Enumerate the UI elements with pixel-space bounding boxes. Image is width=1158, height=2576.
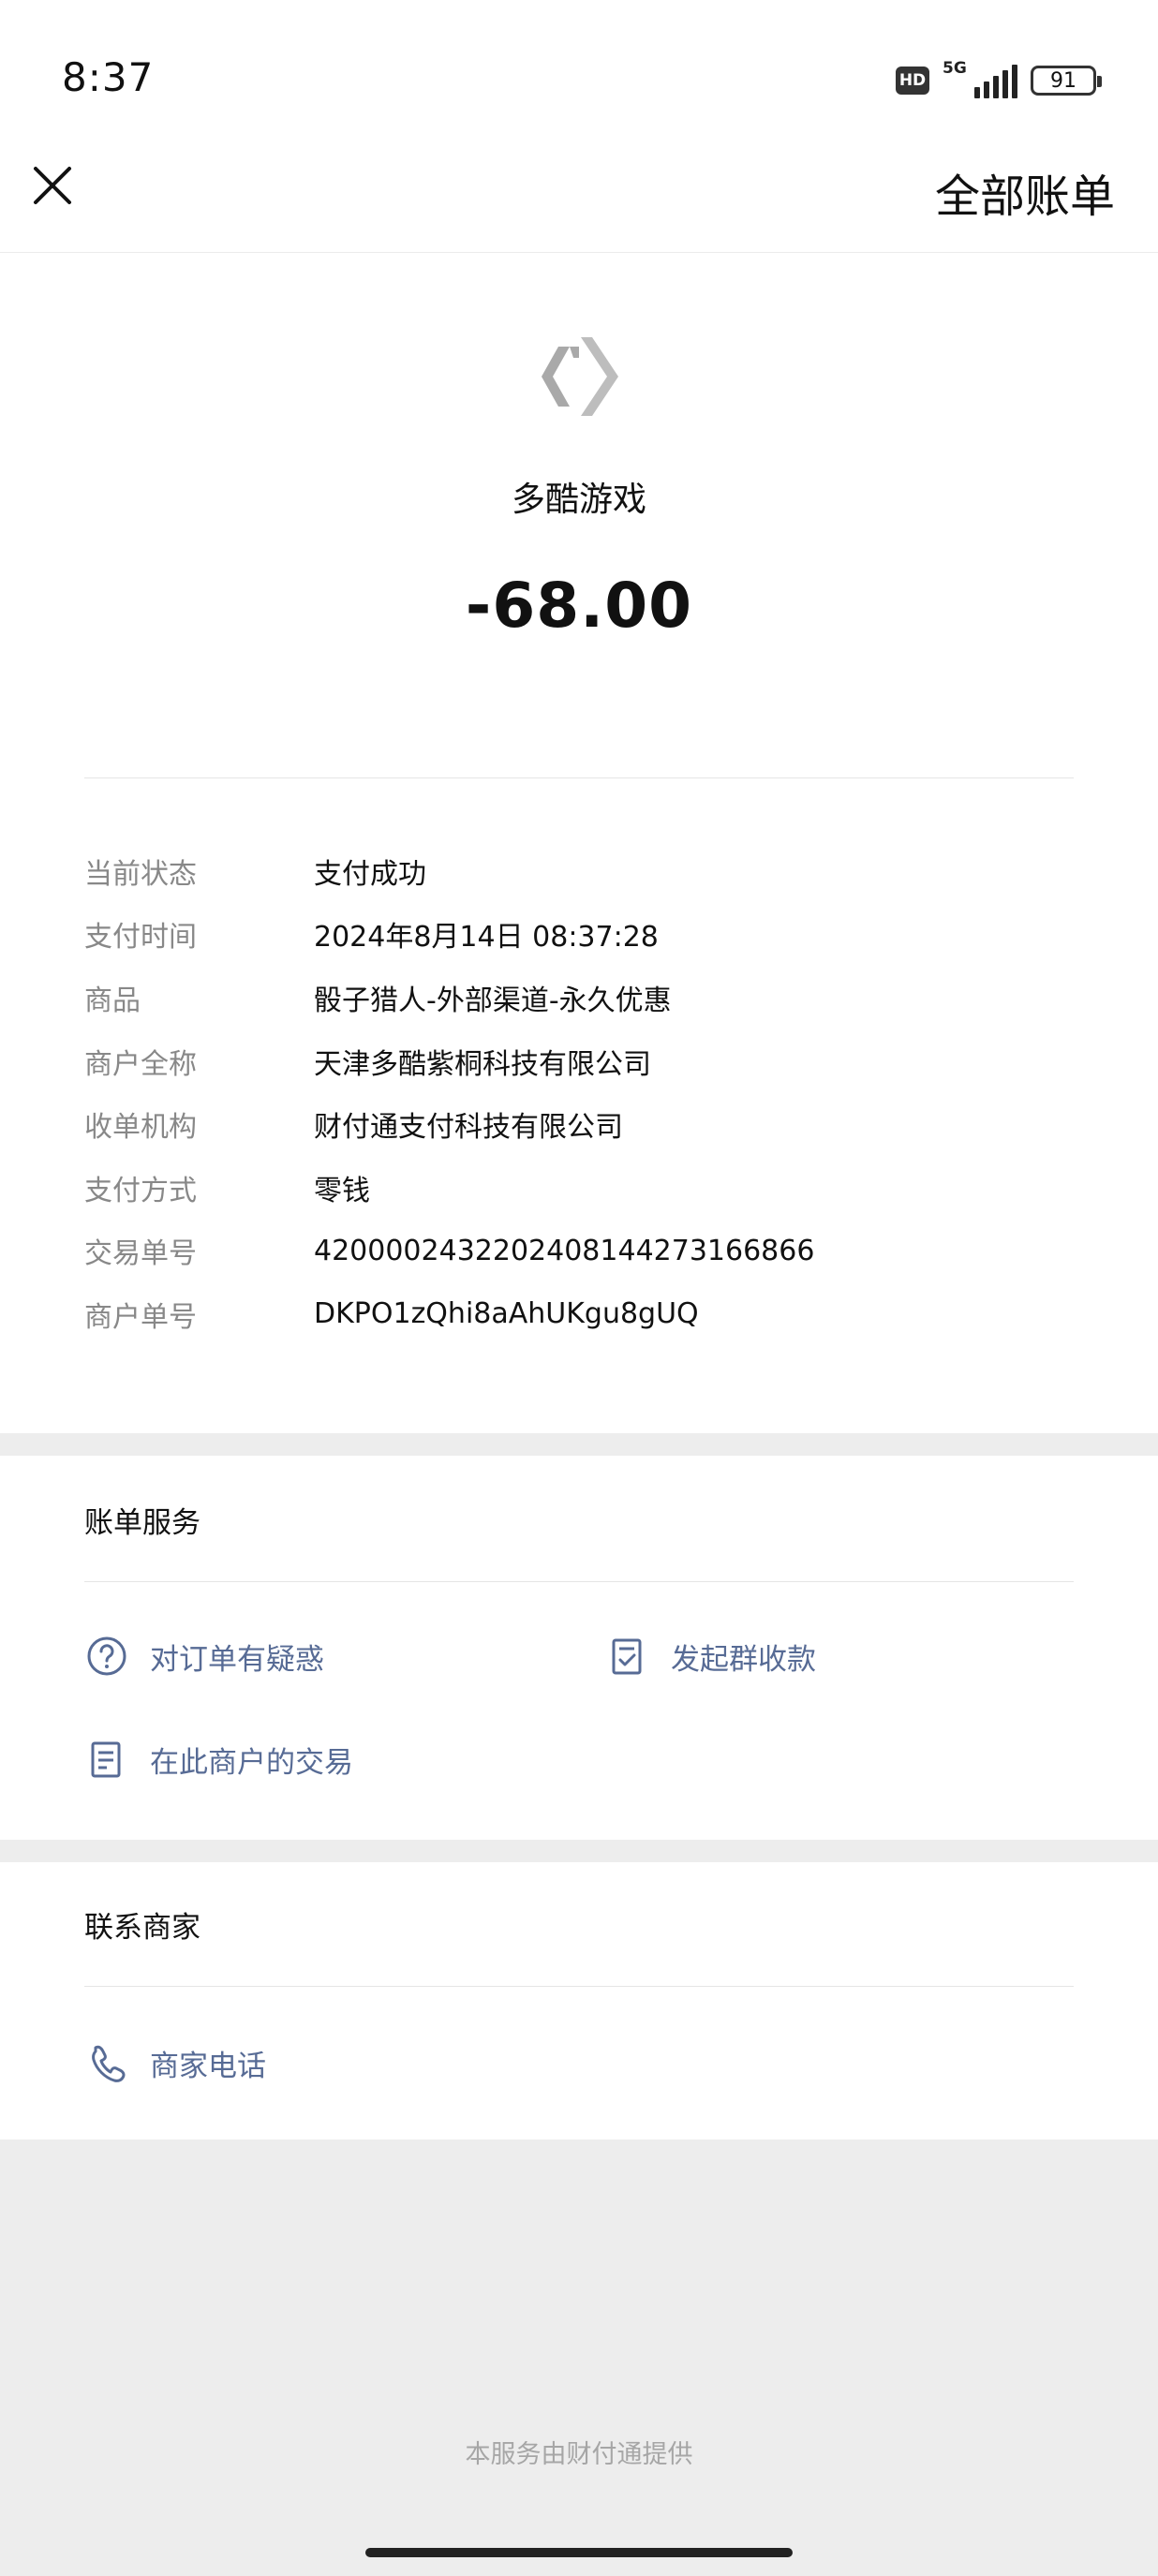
bill-service-title: 账单服务 [84, 1506, 200, 1540]
footer-text: 本服务由财付通提供 [465, 2440, 693, 2469]
signal-icon: 5G [943, 59, 1017, 98]
detail-row-product: 商品 骰子猎人-外部渠道-永久优惠 [84, 966, 1074, 1029]
detail-value: 支付成功 [314, 857, 426, 891]
detail-key: 收单机构 [84, 1111, 197, 1145]
detail-key: 商品 [84, 984, 141, 1017]
merchant-name: 多酷游戏 [511, 481, 646, 519]
group-collection-label: 发起群收款 [671, 1642, 816, 1677]
status-bar: 8:37 HD 5G 91 [0, 0, 1158, 159]
phone-icon [92, 2045, 126, 2082]
detail-key: 当前状态 [84, 857, 197, 891]
merchant-transactions-label: 在此商户的交易 [150, 1745, 353, 1780]
status-time: 8:37 [62, 54, 155, 100]
detail-row-merchant: 商户全称 天津多酷紫桐科技有限公司 [84, 1029, 1074, 1093]
question-icon [87, 1636, 126, 1676]
section-separator [0, 1840, 1158, 1862]
merchant-logo-icon [532, 330, 626, 423]
order-question-label: 对订单有疑惑 [150, 1642, 324, 1677]
network-type: 5G [943, 59, 967, 78]
battery-level: 91 [1050, 68, 1076, 93]
detail-row-time: 支付时间 2024年8月14日 08:37:28 [84, 903, 1074, 967]
hd-badge: HD [896, 67, 929, 95]
detail-value: 4200002432202408144273166866 [314, 1234, 815, 1267]
battery-icon: 91 [1031, 66, 1102, 96]
detail-row-payment-method: 支付方式 零钱 [84, 1156, 1074, 1220]
detail-row-acquirer: 收单机构 财付通支付科技有限公司 [84, 1092, 1074, 1156]
status-indicators: HD 5G 91 [896, 59, 1102, 99]
home-indicator[interactable] [365, 2548, 793, 2557]
merchant-phone-label: 商家电话 [150, 2049, 266, 2083]
divider [84, 777, 1074, 778]
detail-key: 支付时间 [84, 921, 197, 955]
group-collection-button[interactable]: 发起群收款 [605, 1634, 816, 1679]
document-icon [91, 1741, 121, 1778]
detail-row-transaction-id: 交易单号 4200002432202408144273166866 [84, 1220, 1074, 1283]
detail-value: 财付通支付科技有限公司 [314, 1111, 623, 1145]
detail-value: 骰子猎人-外部渠道-永久优惠 [314, 984, 672, 1017]
close-icon[interactable] [28, 161, 77, 210]
section-separator [0, 1433, 1158, 1456]
footer-area [0, 2139, 1158, 2576]
merchant-transactions-button[interactable]: 在此商户的交易 [84, 1737, 353, 1782]
divider [84, 1986, 1074, 1987]
order-question-button[interactable]: 对订单有疑惑 [84, 1634, 324, 1679]
detail-value: 2024年8月14日 08:37:28 [314, 921, 659, 955]
divider [84, 1581, 1074, 1582]
contact-merchant-title: 联系商家 [84, 1911, 200, 1945]
detail-value: DKPO1zQhi8aAhUKgu8gUQ [314, 1297, 699, 1331]
detail-value: 天津多酷紫桐科技有限公司 [314, 1047, 651, 1081]
transaction-details: 当前状态 支付成功 支付时间 2024年8月14日 08:37:28 商品 骰子… [84, 839, 1074, 1346]
detail-value: 零钱 [314, 1174, 370, 1207]
detail-key: 支付方式 [84, 1174, 197, 1207]
detail-row-merchant-order-id: 商户单号 DKPO1zQhi8aAhUKgu8gUQ [84, 1282, 1074, 1346]
checklist-icon [612, 1638, 642, 1675]
detail-row-status: 当前状态 支付成功 [84, 839, 1074, 903]
detail-key: 商户单号 [84, 1300, 197, 1334]
detail-key: 交易单号 [84, 1237, 197, 1271]
all-bills-link[interactable]: 全部账单 [935, 159, 1115, 225]
merchant-phone-button[interactable]: 商家电话 [84, 2040, 266, 2085]
nav-bar: 全部账单 [0, 141, 1158, 253]
detail-key: 商户全称 [84, 1047, 197, 1081]
amount: -68.00 [465, 570, 693, 642]
